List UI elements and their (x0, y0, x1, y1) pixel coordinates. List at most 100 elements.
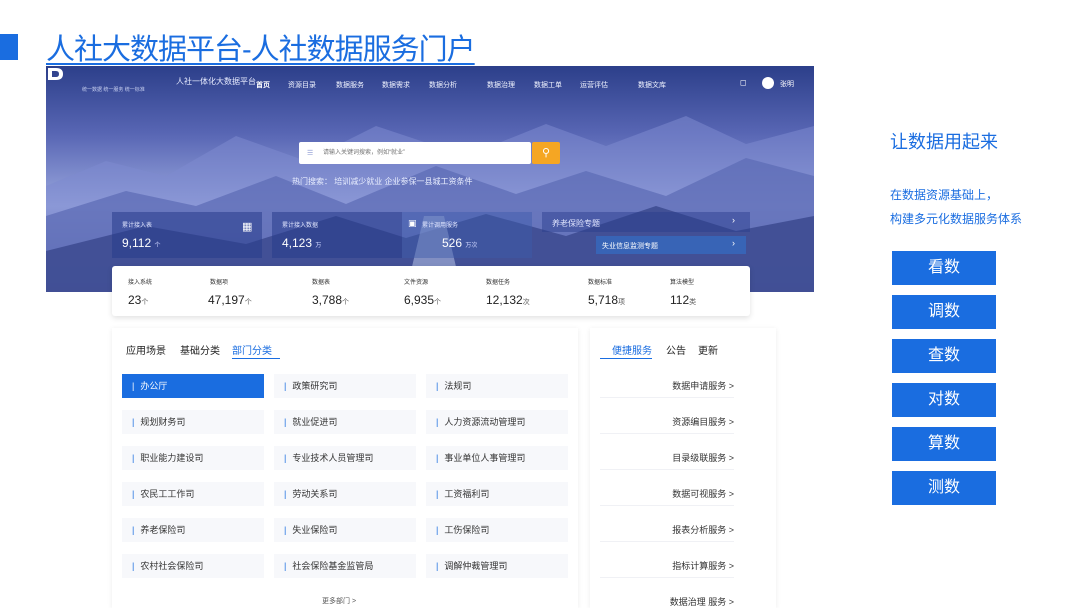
nav-data-library[interactable]: 数据文库 (638, 80, 666, 90)
nav-data-ticket[interactable]: 数据工单 (534, 80, 562, 90)
tagline: 让数据用起来 (890, 132, 998, 152)
metric-value: 12,132次 (486, 293, 530, 307)
service-item[interactable]: 数据治理 服务 > (600, 590, 734, 608)
stat-label: 累计调用服务 (422, 223, 459, 229)
dept-item[interactable]: | 社会保险基金监管局 (274, 554, 416, 578)
dept-item[interactable]: | 工伤保险司 (426, 518, 568, 542)
tab-scenarios[interactable]: 应用场景 (126, 342, 166, 357)
dept-item[interactable]: | 人力资源流动管理司 (426, 410, 568, 434)
active-tab-underline (600, 358, 652, 359)
dept-item[interactable]: | 专业技术人员管理司 (274, 446, 416, 470)
stat-value: 9,112 个 (122, 236, 161, 250)
dept-item[interactable]: | 就业促进司 (274, 410, 416, 434)
database-icon: ▣ (408, 218, 417, 228)
nav-home[interactable]: 首页 (256, 80, 270, 90)
nav-data-service[interactable]: 数据服务 (336, 80, 364, 90)
search-icon: ⚲ (541, 147, 551, 159)
dept-item[interactable]: | 失业保险司 (274, 518, 416, 542)
dept-item[interactable]: | 事业单位人事管理司 (426, 446, 568, 470)
dept-item[interactable]: | 规划财务司 (122, 410, 264, 434)
department-card: 应用场景 基础分类 部门分类 | 办公厅 | 政策研究司 | 法规司 | 规划财务司 |… (112, 328, 578, 608)
bell-icon[interactable]: ◻ (740, 78, 747, 87)
stat-panel-service[interactable]: ▣ 累计调用服务 526 万次 (402, 212, 532, 258)
dept-item[interactable]: | 法规司 (426, 374, 568, 398)
service-item[interactable]: 目录级联服务 > (600, 446, 734, 470)
dept-item[interactable]: | 农村社会保险司 (122, 554, 264, 578)
hero-banner: 统一数据 统一服务 统一标准 人社一体化大数据平台 首页 资源目录 数据服务 数… (46, 66, 814, 292)
dept-item[interactable]: | 办公厅 (122, 374, 264, 398)
topic-pension[interactable]: 养老保险专题 › (542, 212, 750, 232)
nav-data-governance[interactable]: 数据治理 (487, 80, 515, 90)
call-data-button[interactable]: 调数 (892, 295, 996, 329)
metric-value: 6,935个 (404, 293, 442, 307)
search-input[interactable] (307, 142, 527, 164)
tab-quick-services[interactable]: 便捷服务 (612, 342, 652, 357)
dept-item[interactable]: | 养老保险司 (122, 518, 264, 542)
search-button[interactable]: ⚲ (532, 142, 560, 164)
table-icon: ▦ (242, 221, 253, 233)
topic-unemployment[interactable]: 失业信息监测专题 › (596, 236, 746, 254)
platform-name: 人社一体化大数据平台 (176, 77, 256, 86)
topic-label: 养老保险专题 (552, 219, 600, 228)
tab-basic-category[interactable]: 基础分类 (180, 342, 220, 357)
compare-data-button[interactable]: 对数 (892, 383, 996, 417)
dept-item[interactable]: | 农民工工作司 (122, 482, 264, 506)
service-item[interactable]: 资源编目服务 > (600, 410, 734, 434)
view-data-button[interactable]: 看数 (892, 251, 996, 285)
description-line: 构建多元化数据服务体系 (890, 212, 1023, 226)
nav-operation-eval[interactable]: 运营评估 (580, 80, 608, 90)
avatar[interactable] (762, 77, 774, 89)
title-accent-bar (0, 34, 18, 60)
service-card: 便捷服务 公告 更新 数据申请服务 > 资源编目服务 > 目录级联服务 > 数据… (590, 328, 776, 608)
metric-value: 47,197个 (208, 293, 252, 307)
metric-label: 数据项 (210, 280, 229, 286)
metric-label: 数据任务 (486, 280, 511, 286)
metric-label: 算法模型 (670, 280, 695, 286)
stat-panel-tables[interactable]: 累计接入表 9,112 个 ▦ (112, 212, 262, 258)
metric-value: 23个 (128, 293, 149, 307)
compute-data-button[interactable]: 算数 (892, 427, 996, 461)
user-name[interactable]: 张明 (780, 79, 794, 89)
stat-value: 4,123 万 (282, 236, 322, 250)
stat-label: 累计接入表 (122, 223, 153, 229)
dept-item[interactable]: | 调解仲裁管理司 (426, 554, 568, 578)
more-departments-link[interactable]: 更多部门 > (322, 596, 356, 606)
active-tab-underline (232, 358, 280, 359)
description-line: 在数据资源基础上， (890, 188, 999, 202)
service-item[interactable]: 报表分析服务 > (600, 518, 734, 542)
metric-label: 接入系统 (128, 280, 153, 286)
search-box: ☰ (299, 142, 531, 164)
dept-item[interactable]: | 工资福利司 (426, 482, 568, 506)
tab-updates[interactable]: 更新 (698, 342, 718, 357)
metric-label: 文件资源 (404, 280, 429, 286)
nav-data-analysis[interactable]: 数据分析 (429, 80, 457, 90)
logo-subtitle: 统一数据 统一服务 统一标准 (82, 87, 145, 93)
test-data-button[interactable]: 测数 (892, 471, 996, 505)
stat-label: 累计接入数据 (282, 223, 319, 229)
stat-panel-data[interactable]: 累计接入数据 4,123 万 (272, 212, 402, 258)
top-nav: 统一数据 统一服务 统一标准 人社一体化大数据平台 首页 资源目录 数据服务 数… (46, 66, 814, 102)
nav-data-demand[interactable]: 数据需求 (382, 80, 410, 90)
query-data-button[interactable]: 查数 (892, 339, 996, 373)
metric-value: 3,788个 (312, 293, 350, 307)
metric-value: 112类 (670, 293, 697, 307)
dept-item[interactable]: | 劳动关系司 (274, 482, 416, 506)
nav-resource-catalog[interactable]: 资源目录 (288, 80, 316, 90)
service-item[interactable]: 数据申请服务 > (600, 374, 734, 398)
metric-value: 5,718项 (588, 293, 626, 307)
metrics-bar: 接入系统 23个 数据项 47,197个 数据表 3,788个 文件资源 6,9… (112, 266, 750, 316)
dept-item[interactable]: | 政策研究司 (274, 374, 416, 398)
metric-label: 数据表 (312, 280, 331, 286)
service-item[interactable]: 指标计算服务 > (600, 554, 734, 578)
tab-announcements[interactable]: 公告 (666, 342, 686, 357)
portal-screenshot: 统一数据 统一服务 统一标准 人社一体化大数据平台 首页 资源目录 数据服务 数… (46, 66, 814, 608)
portal-logo-icon[interactable] (46, 66, 64, 82)
service-item[interactable]: 数据可视服务 > (600, 482, 734, 506)
tab-department-category[interactable]: 部门分类 (232, 342, 272, 357)
dept-item[interactable]: | 职业能力建设司 (122, 446, 264, 470)
chevron-right-icon: › (732, 215, 735, 225)
chevron-right-icon: › (732, 238, 735, 248)
stat-value: 526 万次 (442, 236, 478, 250)
hot-search[interactable]: 热门搜索： 培训减少就业 企业参保一县城工资条件 (292, 176, 472, 187)
slide-title: 人社大数据平台-人社数据服务门户 (46, 34, 476, 66)
